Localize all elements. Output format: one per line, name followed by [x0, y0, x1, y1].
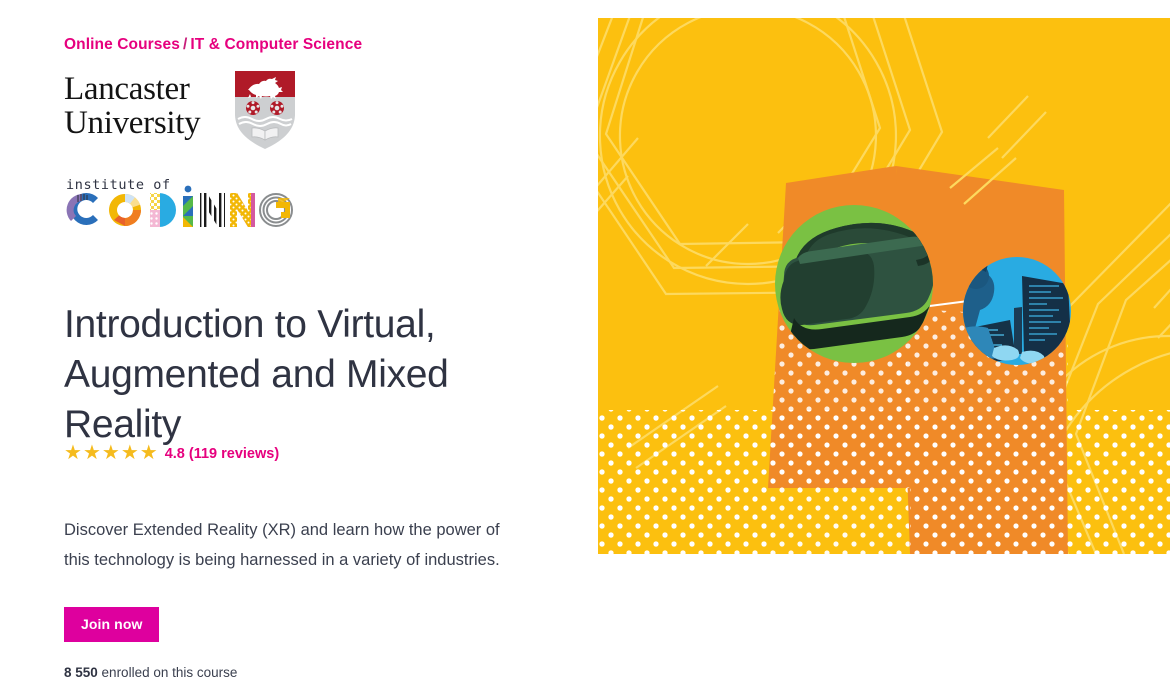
- ioc-letter-c: [66, 193, 98, 225]
- ioc-letter-d: [150, 193, 176, 227]
- star-icon: ★: [64, 442, 82, 464]
- lancaster-university-crest-icon: [234, 70, 296, 155]
- enrollment-suffix: enrolled on this course: [97, 665, 238, 680]
- dot-grid-right: [1064, 410, 1170, 554]
- course-landing-page: Online Courses / IT & Computer Science Lan…: [0, 0, 1170, 685]
- rating-label[interactable]: 4.8 (119 reviews): [165, 446, 279, 462]
- breadcrumb-item-it-computer-science[interactable]: IT & Computer Science: [190, 36, 362, 53]
- lancaster-logo-line2: University: [64, 105, 201, 141]
- ioc-letter-i: [183, 185, 193, 227]
- lancaster-university-logo: Lancaster University: [64, 71, 304, 150]
- breadcrumb-separator: /: [182, 36, 188, 53]
- star-icon: ★: [82, 442, 101, 464]
- lancaster-logo-line1: Lancaster: [64, 71, 190, 107]
- course-hero-illustration: [598, 18, 1170, 554]
- ioc-letter-n-2: [230, 193, 255, 227]
- breadcrumb-item-online-courses[interactable]: Online Courses: [64, 36, 180, 53]
- star-rating: ★ ★ ★ ★ ★: [64, 443, 158, 463]
- star-icon: ★: [120, 442, 139, 464]
- enrollment-number: 8 550: [64, 665, 98, 680]
- course-description: Discover Extended Reality (XR) and learn…: [64, 520, 500, 569]
- breadcrumb: Online Courses / IT & Computer Science: [64, 36, 362, 54]
- ioc-top-text: institute of: [66, 177, 171, 193]
- join-now-button[interactable]: Join now: [64, 607, 160, 642]
- star-icon: ★: [101, 442, 120, 464]
- rating-row: ★ ★ ★ ★ ★ 4.8 (119 reviews): [64, 443, 279, 463]
- lancaster-university-wordmark: Lancaster University: [64, 71, 201, 141]
- ioc-letter-g: [259, 193, 293, 227]
- ioc-letter-o: [109, 194, 142, 226]
- course-info-column: Online Courses / IT & Computer Science Lan…: [64, 0, 564, 685]
- star-icon: ★: [139, 442, 158, 464]
- dot-grid-left: [598, 414, 773, 554]
- page-title: Introduction to Virtual, Augmented and M…: [64, 303, 449, 447]
- ioc-letter-n-1: [200, 193, 225, 227]
- enrollment-count: 8 550 enrolled on this course: [64, 665, 237, 680]
- institute-of-coding-logo: institute of: [64, 176, 294, 242]
